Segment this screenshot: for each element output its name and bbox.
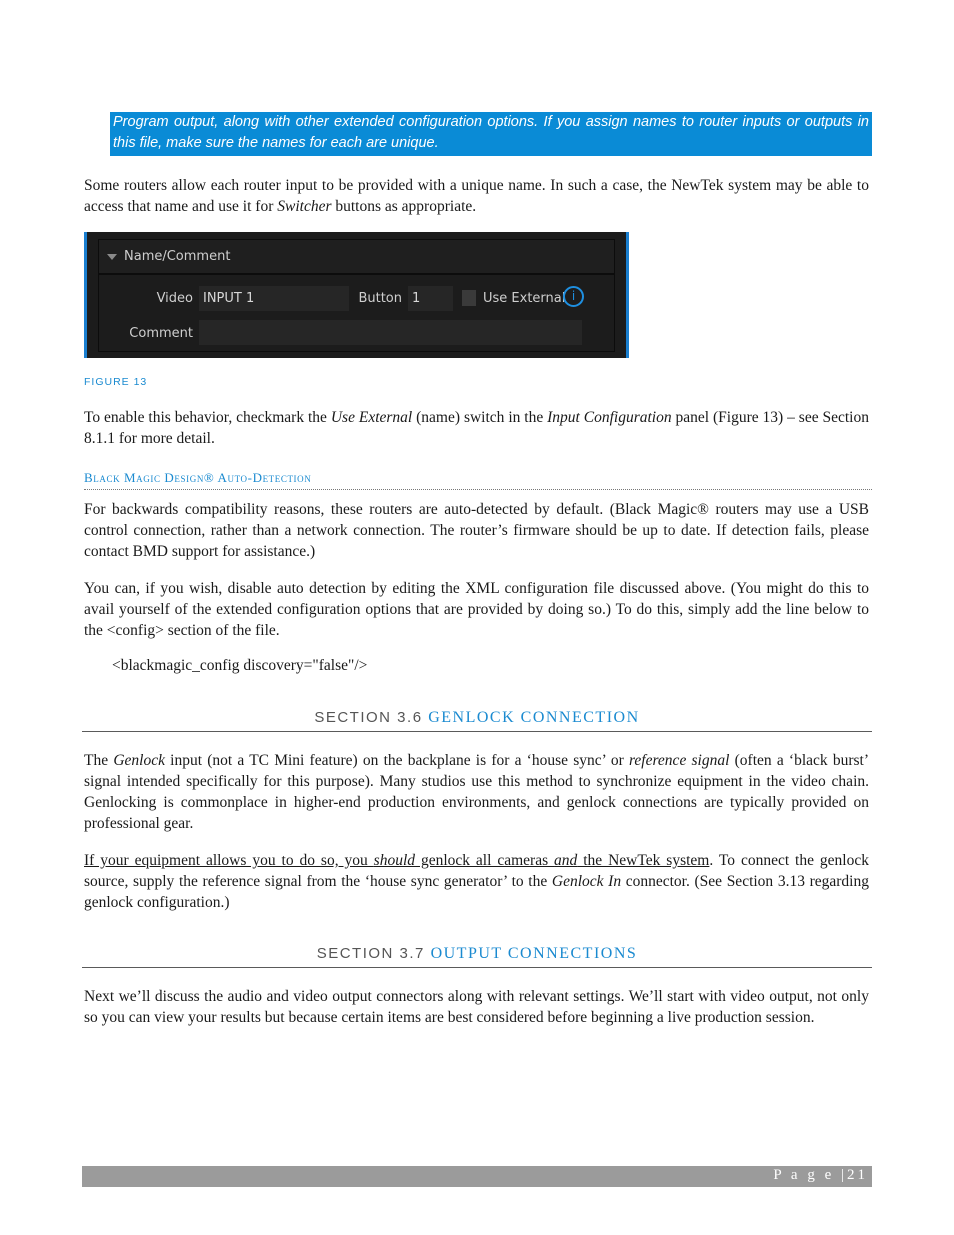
note-text: Program output, along with other extende…	[113, 114, 869, 151]
paragraph-genlock-connect: If your equipment allows you to do so, y…	[84, 852, 869, 911]
paragraph-genlock-intro: The Genlock input (not a TC Mini feature…	[84, 752, 870, 832]
video-name-input[interactable]: INPUT 1	[199, 286, 349, 311]
comment-input[interactable]	[199, 320, 582, 345]
button-label: Button	[358, 291, 402, 306]
section-number: SECTION 3.6	[314, 709, 429, 726]
button-number-input[interactable]: 1	[408, 286, 453, 311]
section-title: GENLOCK CONNECTION	[428, 709, 640, 726]
paragraph-output-connections: Next we’ll discuss the audio and video o…	[84, 988, 869, 1026]
use-external-checkbox[interactable]	[462, 290, 476, 306]
page-footer: P a g e |21	[82, 1166, 872, 1187]
code-line-blackmagic-config: <blackmagic_config discovery="false"/>	[112, 657, 368, 674]
section-title: OUTPUT CONNECTIONS	[430, 945, 638, 962]
info-icon[interactable]: i	[563, 286, 584, 307]
paragraph-disable-detection: You can, if you wish, disable auto detec…	[84, 580, 869, 639]
section-heading-3-7: SECTION 3.7 OUTPUT CONNECTIONS	[82, 945, 872, 968]
panel-header[interactable]: Name/Comment	[99, 240, 614, 275]
paragraph-backwards-compat: For backwards compatibility reasons, the…	[84, 501, 869, 560]
video-label: Video	[156, 291, 193, 306]
use-external-label: Use External	[483, 291, 566, 306]
panel-title: Name/Comment	[124, 249, 231, 264]
panel-frame: Name/Comment Video INPUT 1 Button 1 Use …	[98, 239, 615, 352]
subheading-bmd-auto-detection: Black Magic Design® Auto-Detection	[84, 470, 872, 490]
figure-name-comment-panel: Name/Comment Video INPUT 1 Button 1 Use …	[84, 232, 629, 358]
paragraph-enable-behavior: To enable this behavior, checkmark the U…	[84, 409, 869, 447]
collapse-triangle-icon[interactable]	[107, 254, 117, 260]
paragraph-router-names: Some routers allow each router input to …	[84, 177, 869, 215]
note-callout: Program output, along with other extende…	[110, 112, 872, 156]
underlined-recommendation: If your equipment allows you to do so, y…	[84, 852, 710, 869]
section-number: SECTION 3.7	[316, 945, 431, 962]
page-number: P a g e |21	[773, 1167, 868, 1183]
comment-label: Comment	[129, 326, 193, 341]
figure-caption: FIGURE 13	[84, 376, 148, 388]
section-heading-3-6: SECTION 3.6 GENLOCK CONNECTION	[82, 709, 872, 732]
